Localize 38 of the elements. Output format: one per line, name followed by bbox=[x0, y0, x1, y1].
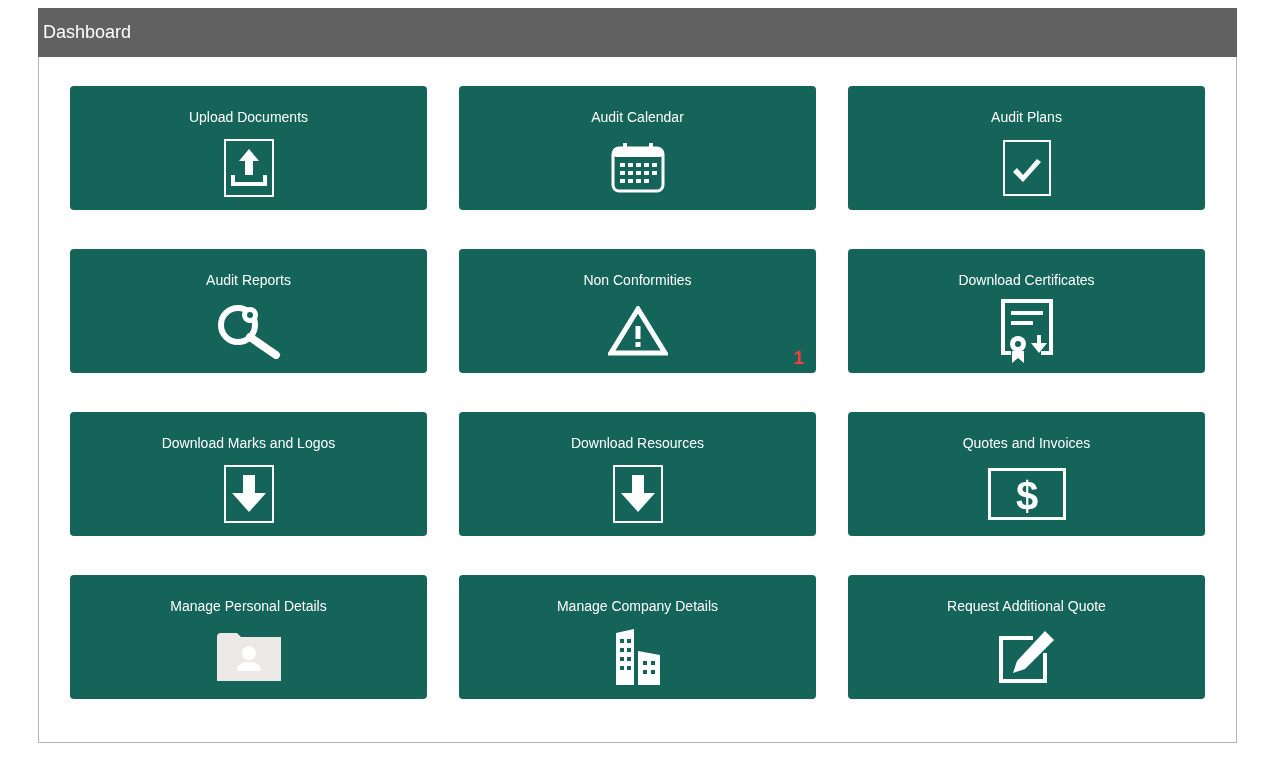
dashboard-tile[interactable]: Manage Company Details bbox=[459, 575, 816, 699]
dashboard-tile[interactable]: Audit Plans bbox=[848, 86, 1205, 210]
tile-label: Download Certificates bbox=[958, 271, 1095, 289]
tile-label: Non Conformities bbox=[583, 271, 692, 289]
upload-icon bbox=[223, 139, 274, 197]
buildings-icon bbox=[615, 629, 660, 685]
dashboard-tile[interactable]: Download Resources bbox=[459, 412, 816, 536]
pencil-square-icon bbox=[998, 631, 1054, 683]
tile-label: Manage Personal Details bbox=[170, 597, 327, 615]
tile-label: Download Marks and Logos bbox=[161, 434, 336, 452]
certificate-icon bbox=[1000, 299, 1053, 363]
notification-count: 1 bbox=[793, 347, 804, 369]
tile-label: Audit Reports bbox=[206, 271, 291, 289]
dashboard-tile[interactable]: Audit Reports bbox=[70, 249, 427, 373]
tile-label: Manage Company Details bbox=[556, 597, 719, 615]
dashboard-tile[interactable]: Manage Personal Details bbox=[70, 575, 427, 699]
tile-label: Download Resources bbox=[570, 434, 705, 452]
dashboard-tile[interactable]: Download Marks and Logos bbox=[70, 412, 427, 536]
dashboard-tile[interactable]: Audit Calendar bbox=[459, 86, 816, 210]
tile-label: Quotes and Invoices bbox=[962, 434, 1091, 452]
folder-person-icon bbox=[216, 633, 281, 681]
tile-label: Request Additional Quote bbox=[947, 597, 1106, 615]
dollar-sign: $ bbox=[1015, 474, 1038, 518]
calendar-icon bbox=[611, 143, 664, 193]
warning-icon bbox=[607, 306, 668, 356]
dashboard-tile[interactable]: Quotes and Invoices $ bbox=[848, 412, 1205, 536]
dashboard-tile[interactable]: Upload Documents bbox=[70, 86, 427, 210]
tile-label: Upload Documents bbox=[188, 108, 309, 126]
checkmark-icon bbox=[1002, 140, 1051, 196]
dashboard-tile[interactable]: Request Additional Quote bbox=[848, 575, 1205, 699]
magnifier-gear-icon bbox=[217, 305, 280, 359]
tile-label: Audit Calendar bbox=[591, 108, 684, 126]
tile-label: Audit Plans bbox=[991, 108, 1062, 126]
download-icon bbox=[223, 465, 274, 523]
dashboard-tile[interactable]: Non Conformities 1 bbox=[459, 249, 816, 373]
page-title: Dashboard bbox=[43, 21, 132, 44]
dashboard-tile[interactable]: Download Certificates bbox=[848, 249, 1205, 373]
download-icon bbox=[612, 465, 663, 523]
